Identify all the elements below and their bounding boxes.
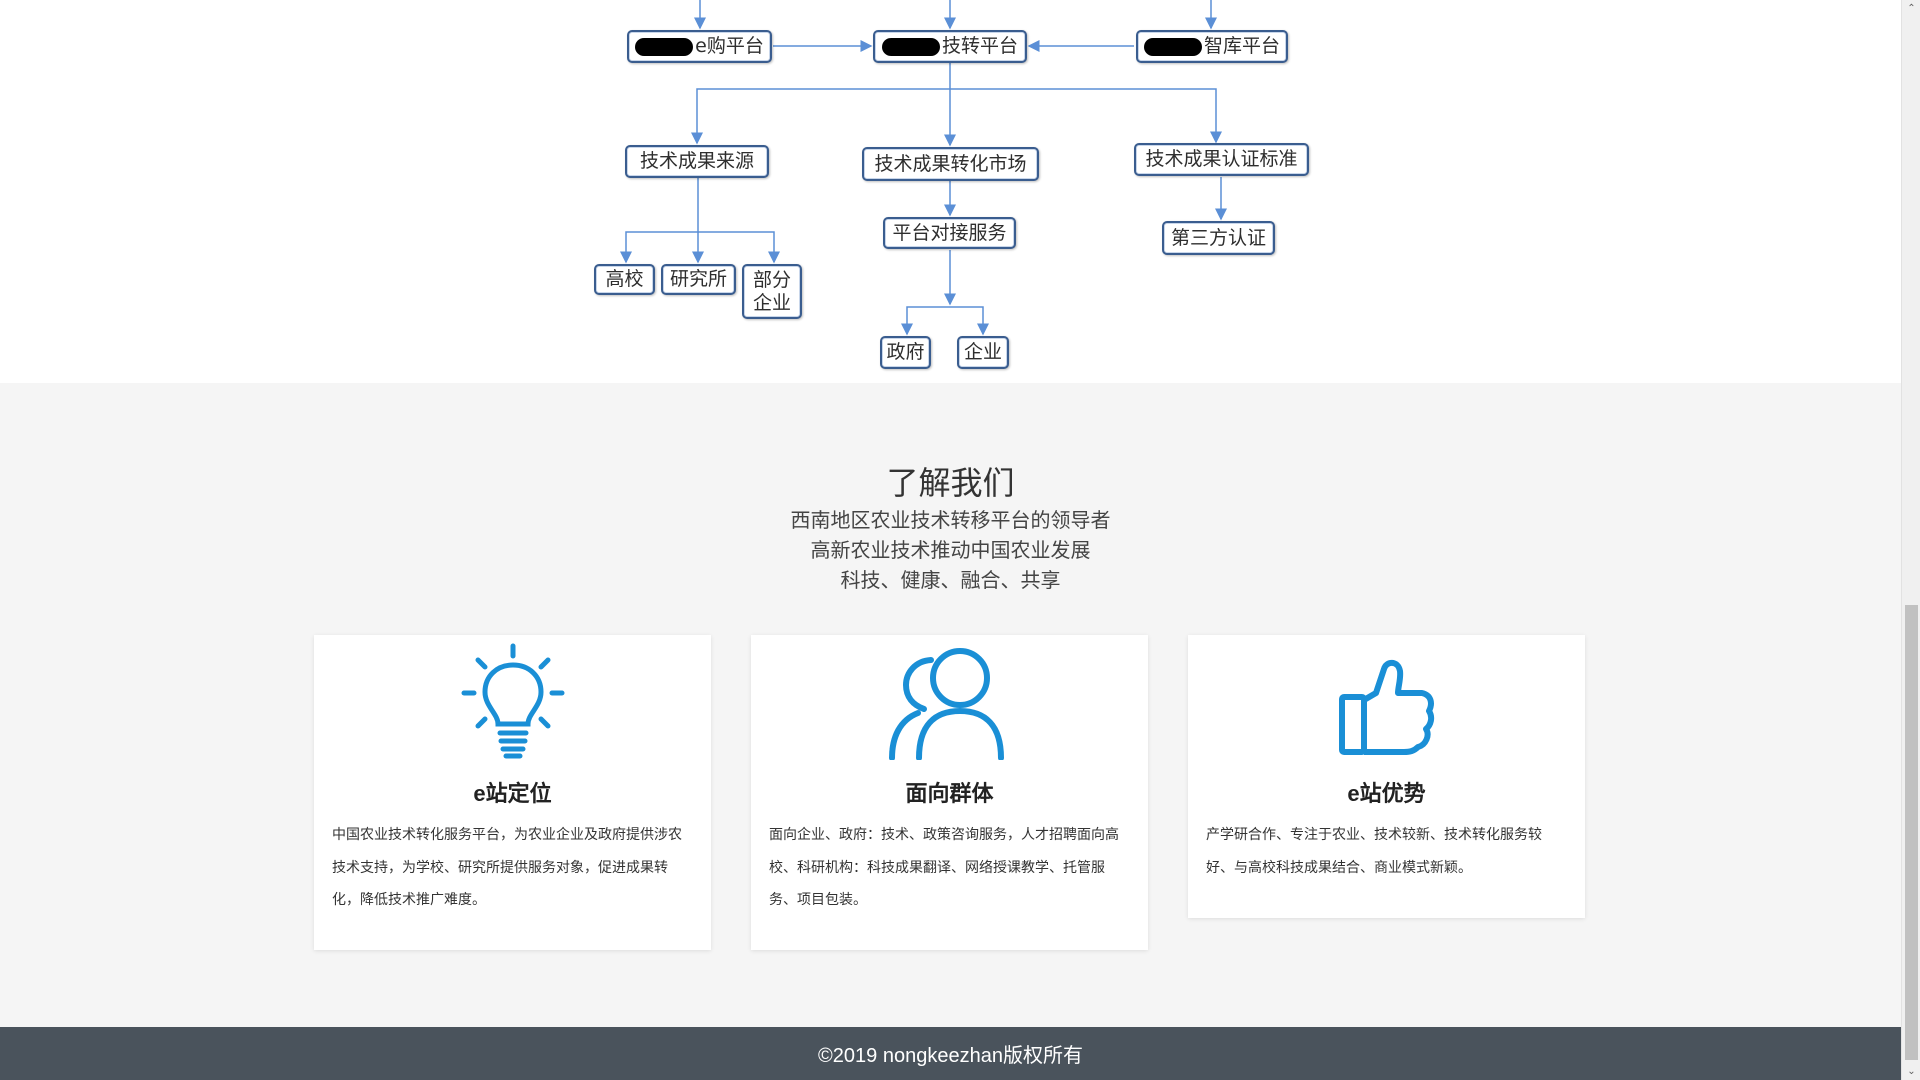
node-platform-docking: 平台对接服务 [883,217,1016,249]
node-label: 政府 [886,341,925,363]
node-label: 平台对接服务 [892,221,1007,244]
node-zhiku-platform: 智库平台 [1136,30,1288,63]
card-text: 面向企业、政府：技术、政策咨询服务，人才招聘面向高校、科研机构：科技成果翻译、网… [769,827,1119,908]
card-text: 产学研合作、专注于农业、技术较新、技术转化服务较好、与高校科技成果结合、商业模式… [1206,827,1542,876]
connector [696,88,1222,144]
node-tech-standard: 技术成果认证标准 [1134,143,1309,176]
node-some-enterprise: 部分 企业 [742,264,802,319]
card-positioning: e站定位 中国农业技术转化服务平台，为农业企业及政府提供涉农技术支持，为学校、研… [314,635,711,950]
node-third-party: 第三方认证 [1162,221,1275,255]
node-institute: 研究所 [661,264,736,295]
node-tech-source: 技术成果来源 [625,145,769,178]
node-label: 高校 [605,268,644,290]
card-title: 面向群体 [905,781,994,806]
about-subtitle-line: 高新农业技术推动中国农业发展 [810,538,1091,562]
footer-copyright: ©2019 nongkeezhan版权所有 [0,1027,1901,1080]
about-subtitle-line: 科技、健康、融合、共享 [840,568,1061,592]
users-icon [751,635,1148,760]
node-government: 政府 [880,336,931,369]
node-label: 技术成果认证标准 [1145,148,1298,170]
connector [950,306,989,336]
card-text: 中国农业技术转化服务平台，为农业企业及政府提供涉农技术支持，为学校、研究所提供服… [332,827,682,908]
scroll-down-arrow-icon[interactable]: ⌄ [1902,1063,1920,1080]
node-enterprise: 企业 [957,336,1009,369]
card-advantage: e站优势 产学研合作、专注于农业、技术较新、技术转化服务较好、与高校科技成果结合… [1188,635,1585,918]
node-label: 智库平台 [1203,35,1280,57]
connector [698,231,780,264]
node-label: 第三方认证 [1170,226,1266,249]
node-egou-platform: e购平台 [627,30,772,63]
about-us-section: 了解我们 西南地区农业技术转移平台的领导者 高新农业技术推动中国农业发展 科技、… [0,383,1901,1027]
connector [901,306,950,336]
redacted-mark [635,37,694,56]
node-label: 部分 企业 [752,268,791,314]
node-label: 研究所 [669,268,727,290]
connector [620,178,699,264]
thumbs-up-icon [1188,635,1585,760]
platform-diagram: e购平台 技转平台 智库平台 技术成果来源 技术成果转化市场 技术成果认证标准 … [0,0,1901,383]
about-title: 了解我们 [886,464,1015,502]
node-label: 技术成果转化市场 [874,152,1027,175]
card-title: e站定位 [473,781,552,806]
node-university: 高校 [594,264,655,295]
card-title: e站优势 [1347,781,1426,806]
about-subtitle-line: 西南地区农业技术转移平台的领导者 [790,508,1111,532]
node-label: 技转平台 [941,35,1018,57]
scroll-thumb[interactable] [1905,605,1918,1060]
lightbulb-icon [314,635,711,760]
redacted-mark [1143,37,1202,56]
node-label: 企业 [963,341,1002,363]
scroll-up-arrow-icon[interactable]: ⌃ [1902,0,1920,17]
node-jizhuan-platform: 技转平台 [873,30,1027,63]
redacted-mark [881,37,940,56]
node-label: e购平台 [695,35,764,57]
node-label: 技术成果来源 [639,150,754,172]
node-tech-market: 技术成果转化市场 [862,147,1039,181]
card-target-group: 面向群体 面向企业、政府：技术、政策咨询服务，人才招聘面向高校、科研机构：科技成… [751,635,1148,950]
page: e购平台 技转平台 智库平台 技术成果来源 技术成果转化市场 技术成果认证标准 … [0,0,1901,1080]
vertical-scrollbar[interactable]: ⌃ ⌄ [1901,0,1920,1080]
